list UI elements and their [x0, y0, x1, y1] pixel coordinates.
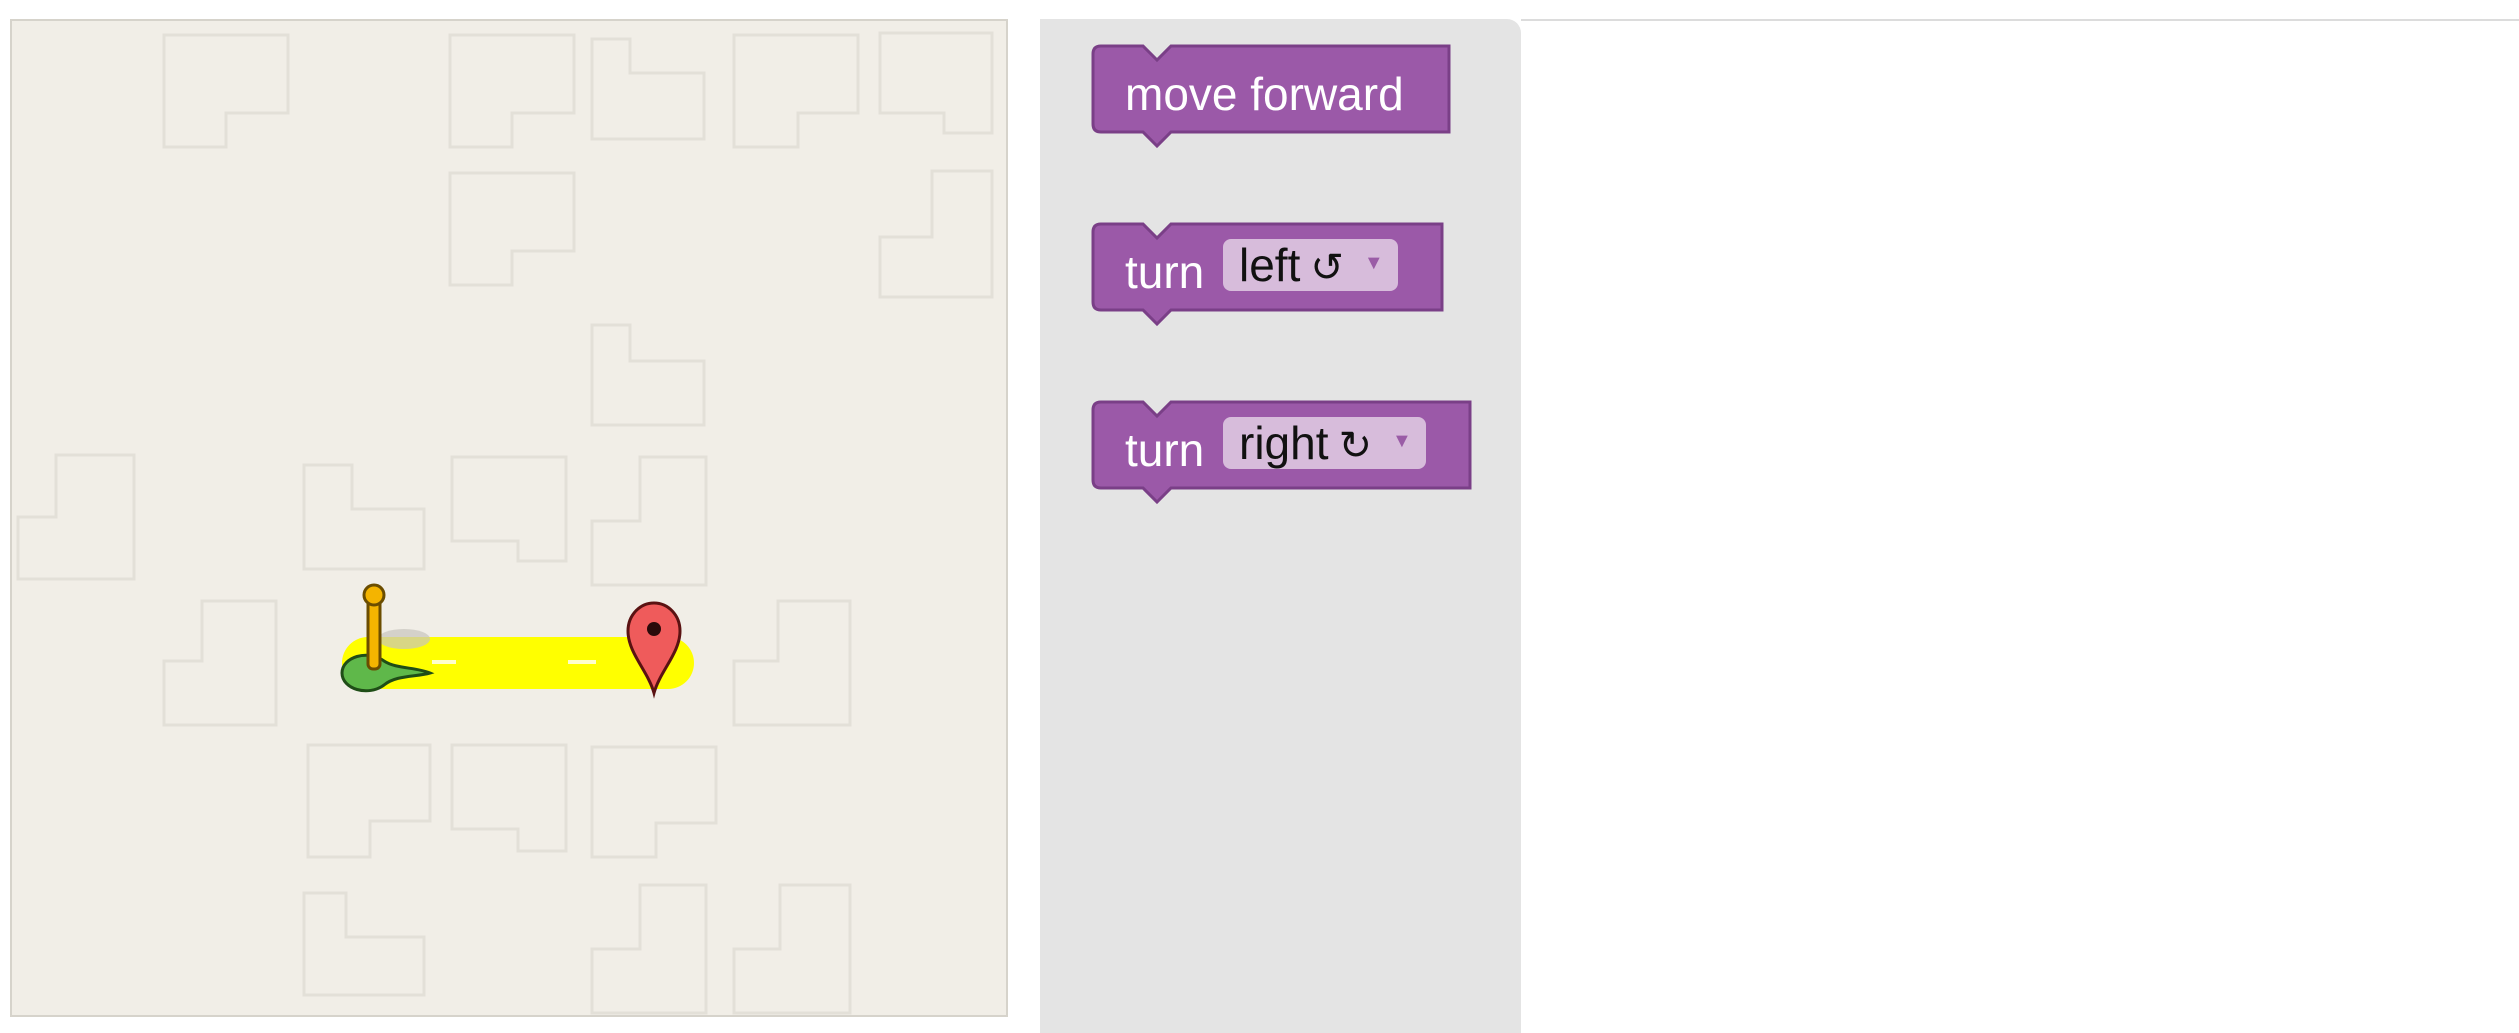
block-label: turn: [1125, 424, 1205, 476]
rotate-left-icon: ↺: [1310, 245, 1344, 291]
maze-walls: [16, 31, 994, 1015]
wall-tile: [306, 743, 432, 859]
wall-tile: [590, 883, 708, 1015]
wall-tile: [878, 31, 994, 135]
wall-tile: [162, 33, 290, 149]
block-workspace[interactable]: [1521, 19, 2519, 1033]
direction-dropdown[interactable]: left ↺ ▼: [1223, 239, 1398, 291]
dropdown-value: left: [1239, 239, 1301, 291]
maze-canvas: [10, 19, 1008, 1017]
wall-tile: [590, 455, 708, 587]
wall-tile: [16, 453, 136, 581]
wall-tile: [302, 463, 426, 571]
wall-tile: [302, 891, 426, 997]
dropdown-arrow-icon[interactable]: ▼: [1392, 415, 1412, 467]
wall-tile: [590, 323, 706, 427]
wall-tile: [732, 883, 852, 1015]
pegman-icon: [340, 583, 435, 693]
wall-tile: [878, 169, 994, 299]
wall-tile: [450, 743, 568, 853]
wall-tile: [732, 599, 852, 727]
block-toolbox: [1040, 19, 1521, 1033]
wall-tile: [448, 171, 576, 287]
dropdown-value: right: [1239, 417, 1329, 469]
block-label: move forward: [1125, 68, 1404, 120]
direction-dropdown[interactable]: right ↻ ▼: [1223, 417, 1426, 469]
maze-board: [16, 31, 994, 1015]
rotate-right-icon: ↻: [1338, 423, 1372, 469]
wall-tile: [448, 33, 576, 149]
dropdown-arrow-icon[interactable]: ▼: [1364, 237, 1384, 289]
wall-tile: [590, 745, 718, 859]
wall-tile: [450, 455, 568, 563]
block-label: turn: [1125, 246, 1205, 298]
wall-tile: [162, 599, 278, 727]
wall-tile: [590, 37, 706, 141]
wall-tile: [732, 33, 860, 149]
